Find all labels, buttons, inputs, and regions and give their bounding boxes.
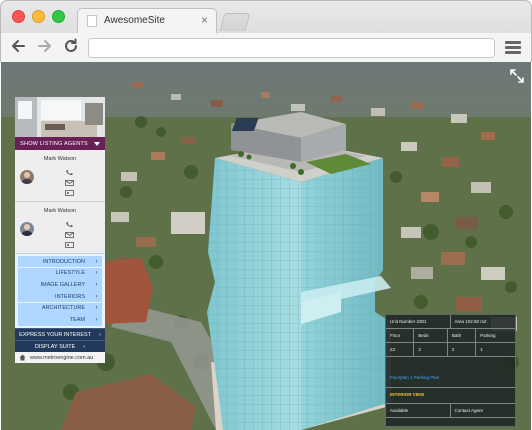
chevron-right-icon: › xyxy=(83,343,86,350)
menu-item-label: INTRODUCTION xyxy=(42,258,85,265)
beds-value: 2 xyxy=(418,346,421,352)
express-interest-button[interactable]: EXPRESS YOUR INTEREST › xyxy=(15,328,105,341)
show-agents-label: SHOW LISTING AGENTS xyxy=(20,140,88,147)
phone-icon[interactable] xyxy=(65,222,74,228)
unit-info-panel: Unit Number 2301 Area 102.50 m2 Floor Be… xyxy=(385,314,516,427)
chevron-right-icon: › xyxy=(95,270,98,277)
floor-header: Floor xyxy=(390,332,401,338)
address-bar[interactable] xyxy=(88,38,495,58)
window-minimize-button[interactable] xyxy=(32,10,45,23)
chevron-down-icon xyxy=(93,141,100,146)
display-suite-button[interactable]: DISPLAY SUITE › xyxy=(15,340,105,353)
menu-item-team[interactable]: TEAM › xyxy=(18,314,102,326)
availability-status: Available xyxy=(390,407,409,413)
browser-toolbar xyxy=(1,33,531,63)
unit-number: Unit Number 2301 xyxy=(390,319,427,324)
unit-area: Area 102.50 m2 xyxy=(454,319,487,324)
tab-close-icon[interactable]: × xyxy=(201,13,208,27)
parking-header: Parking xyxy=(480,332,496,338)
bath-header: Bath xyxy=(451,332,462,338)
agent-name: Mark Watson xyxy=(43,208,77,214)
menu-item-label: TEAM xyxy=(69,317,85,324)
chevron-right-icon: › xyxy=(95,293,98,300)
section-menu: INTRODUCTION › LIFESTYLE › IMAGE GALLERY… xyxy=(15,254,105,329)
menu-item-label: INTERIORS xyxy=(55,293,85,300)
menu-item-label: IMAGE GALLERY xyxy=(40,282,85,289)
tab-title: AwesomeSite xyxy=(104,15,165,26)
agent-avatar xyxy=(20,222,34,236)
email-icon[interactable] xyxy=(65,180,74,186)
aerial-render-viewport[interactable]: SHOW LISTING AGENTS Mark Watson Mark Wat… xyxy=(1,62,531,430)
hamburger-menu-icon[interactable] xyxy=(505,41,521,55)
bath-value: 2 xyxy=(451,346,455,352)
page-favicon-icon xyxy=(87,15,97,27)
menu-item-introduction[interactable]: INTRODUCTION › xyxy=(18,256,102,268)
menu-item-architecture[interactable]: ARCHITECTURE › xyxy=(18,302,102,315)
menu-item-label: LIFESTYLE xyxy=(55,270,85,277)
menu-item-label: ARCHITECTURE xyxy=(41,305,85,312)
back-arrow-icon[interactable] xyxy=(10,38,26,54)
profile-card-icon[interactable] xyxy=(65,242,74,248)
menu-item-lifestyle[interactable]: LIFESTYLE › xyxy=(18,267,102,279)
beds-header: Beds xyxy=(418,332,429,338)
new-tab-button[interactable] xyxy=(219,13,251,31)
chevron-right-icon: › xyxy=(99,331,101,338)
interior-preview-image[interactable] xyxy=(15,97,105,137)
agent-avatar xyxy=(20,170,34,184)
parking-value: 1 xyxy=(480,346,483,352)
email-icon[interactable] xyxy=(65,232,74,238)
website-link[interactable]: www.metroengine.com.au xyxy=(15,352,105,364)
agent-name: Mark Watson xyxy=(43,156,77,162)
browser-tab[interactable]: AwesomeSite × xyxy=(77,8,217,33)
floor-value: 23 xyxy=(390,346,396,352)
interior-view-link[interactable]: INTERIOR VIEW xyxy=(390,392,424,397)
property-side-panel: SHOW LISTING AGENTS Mark Watson Mark Wat… xyxy=(15,97,105,364)
website-url: www.metroengine.com.au xyxy=(30,354,94,361)
agent-card: Mark Watson xyxy=(15,150,105,202)
chevron-right-icon: › xyxy=(95,282,98,289)
profile-card-icon[interactable] xyxy=(65,190,74,196)
show-listing-agents-button[interactable]: SHOW LISTING AGENTS xyxy=(15,137,105,150)
contact-agent-button[interactable]: Contact Agent xyxy=(451,408,483,413)
menu-item-interiors[interactable]: INTERIORS › xyxy=(18,291,102,303)
agent-card: Mark Watson xyxy=(15,202,105,254)
chevron-right-icon: › xyxy=(95,305,98,312)
forward-arrow-icon[interactable] xyxy=(37,38,53,54)
phone-icon[interactable] xyxy=(65,170,74,176)
window-close-button[interactable] xyxy=(12,10,25,23)
display-suite-label: DISPLAY SUITE xyxy=(34,343,76,350)
fullscreen-icon[interactable] xyxy=(509,68,525,84)
browser-chrome: AwesomeSite × xyxy=(0,0,532,63)
express-interest-label: EXPRESS YOUR INTEREST xyxy=(19,331,92,338)
house-icon xyxy=(19,354,26,361)
reload-icon[interactable] xyxy=(63,38,79,54)
menu-item-image-gallery[interactable]: IMAGE GALLERY › xyxy=(18,279,102,291)
window-maximize-button[interactable] xyxy=(52,10,65,23)
floorplan-link[interactable]: Floorplan 1 Parking Plan xyxy=(390,375,439,380)
chevron-right-icon: › xyxy=(95,317,98,324)
chevron-right-icon: › xyxy=(95,258,98,265)
